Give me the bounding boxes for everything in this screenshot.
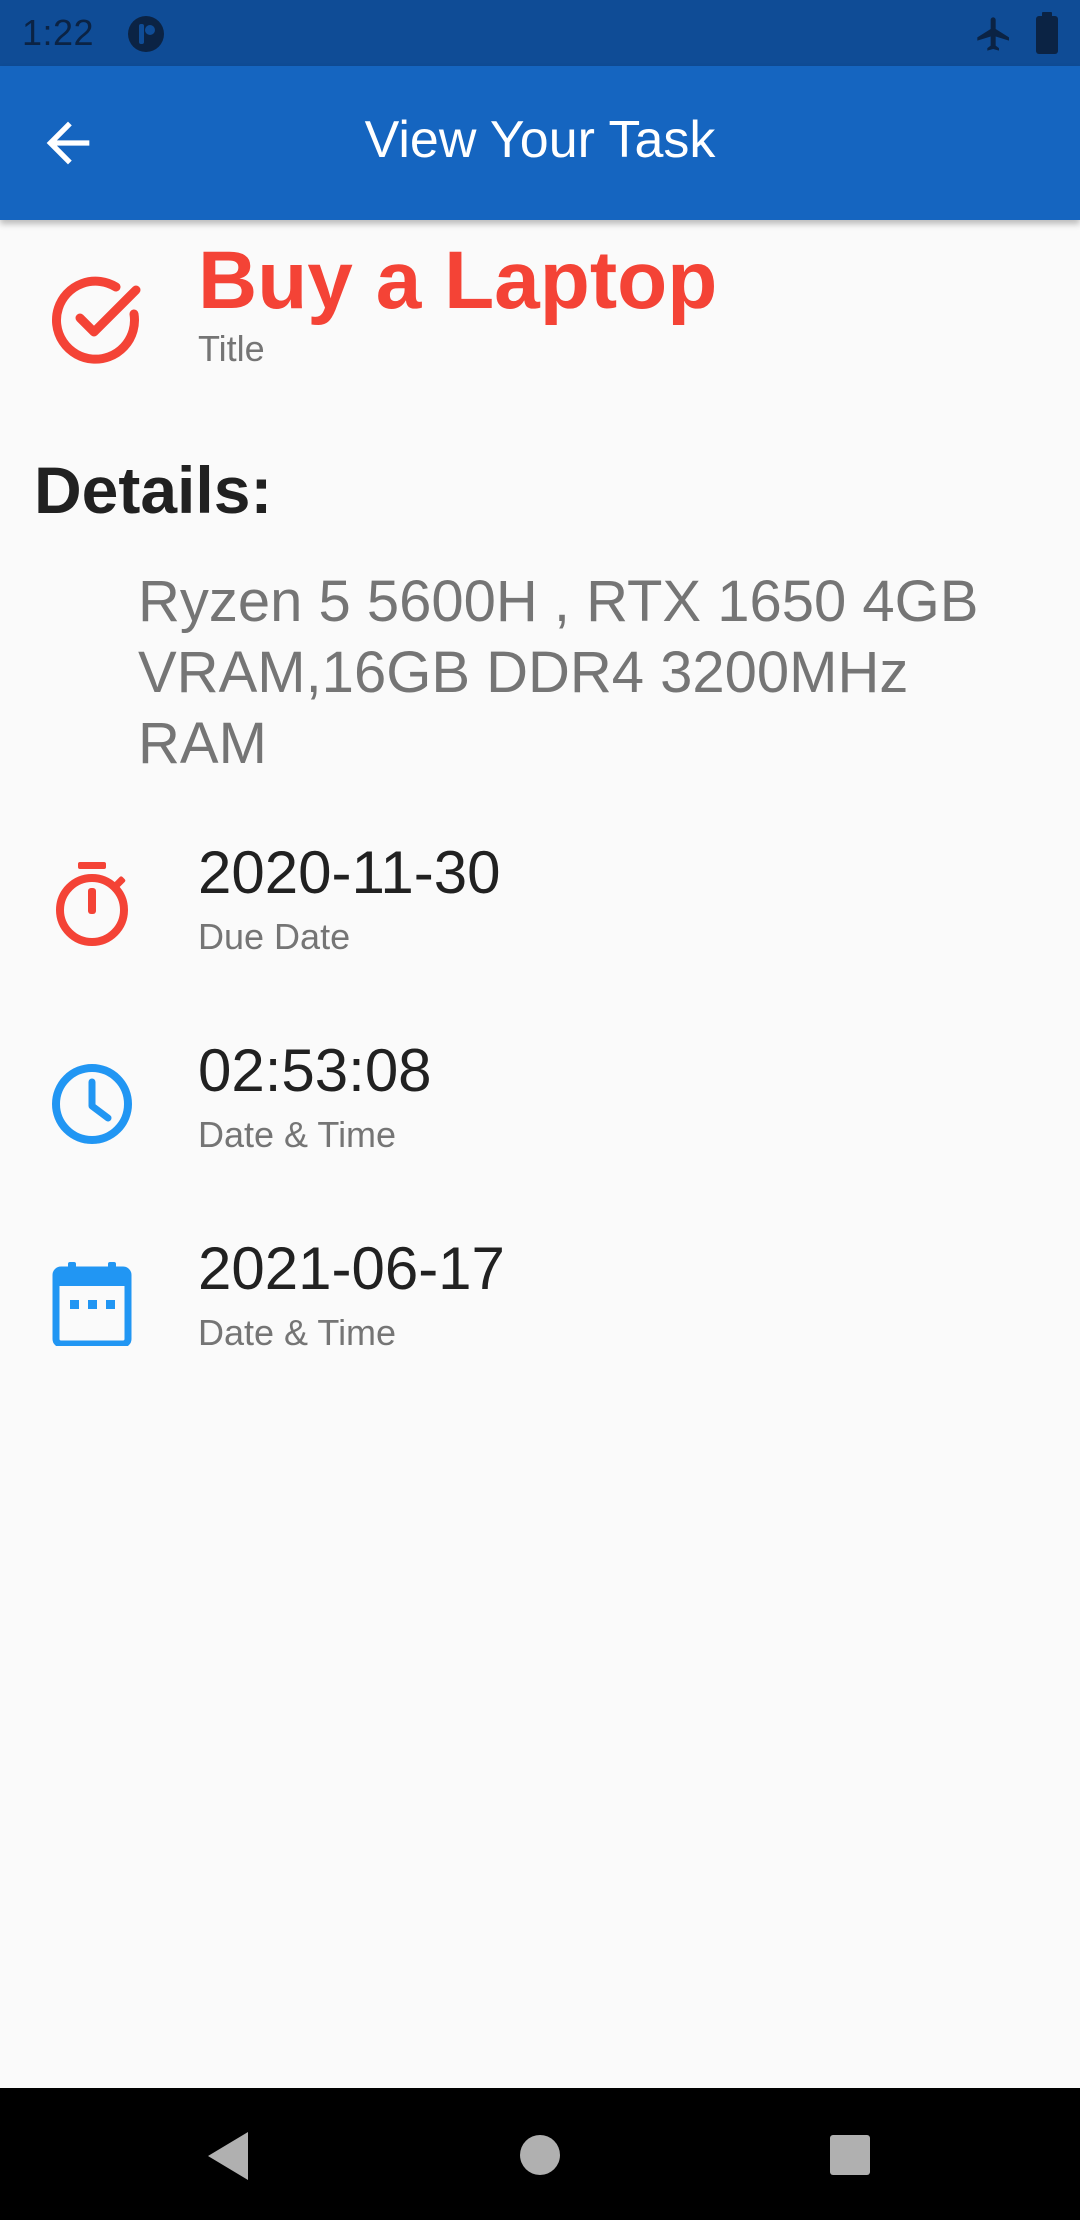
timer-icon	[56, 862, 128, 946]
details-text: Ryzen 5 5600H , RTX 1650 4GB VRAM,16GB D…	[138, 569, 979, 776]
details-heading: Details:	[34, 453, 273, 527]
clock-icon	[52, 1064, 132, 1144]
task-title-caption: Title	[198, 328, 265, 369]
date-value: 2021-06-17	[198, 1235, 505, 1302]
calendar-icon	[52, 1262, 132, 1346]
due-date-caption: Due Date	[198, 916, 351, 957]
system-navigation-bar	[0, 2088, 1080, 2220]
nav-home-icon[interactable]	[519, 2134, 561, 2176]
nav-back-icon[interactable]	[204, 2130, 252, 2182]
time-caption: Date & Time	[198, 1114, 397, 1155]
app-bar: View Your Task	[0, 66, 1080, 220]
time-value: 02:53:08	[198, 1037, 432, 1104]
due-date-value: 2020-11-30	[198, 839, 501, 906]
check-circle-icon	[52, 276, 141, 364]
airplane-mode-icon	[977, 17, 1009, 51]
status-bar: 1:22	[0, 0, 1080, 66]
battery-icon	[1036, 12, 1058, 54]
status-time: 1:22	[22, 12, 95, 53]
date-caption: Date & Time	[198, 1312, 397, 1353]
task-title: Buy a Laptop	[198, 235, 718, 326]
nav-recents-icon[interactable]	[829, 2134, 871, 2176]
date-row: 2021-06-17 Date & Time	[0, 1234, 1080, 1384]
page-title: View Your Task	[364, 111, 716, 169]
due-date-row: 2020-11-30 Due Date	[0, 838, 1080, 988]
time-row: 02:53:08 Date & Time	[0, 1036, 1080, 1186]
app-notification-icon	[128, 16, 164, 52]
